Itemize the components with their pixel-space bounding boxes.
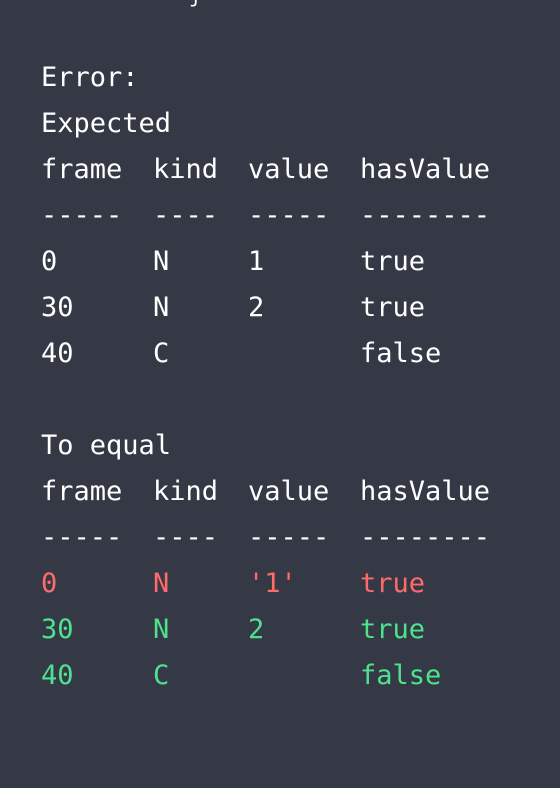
actual-row-1-mismatch: 0 N '1' true (41, 567, 541, 601)
expected-row-1-value: 1 (248, 246, 265, 277)
expected-label: Expected (41, 108, 172, 139)
actual-row-2-frame: 30 (41, 614, 74, 645)
actual-divider-frame: ----- (41, 522, 123, 553)
expected-row-1-hasvalue: true (360, 246, 426, 277)
expected-row-1-frame: 0 (41, 246, 58, 277)
expected-header-row: frame kind value hasValue (41, 153, 541, 187)
actual-row-1-hasvalue: true (360, 568, 426, 599)
actual-divider-kind: ---- (153, 522, 219, 553)
expected-row-2-hasvalue: true (360, 292, 426, 323)
expected-row-1-kind: N (153, 246, 170, 277)
actual-row-1-value: '1' (248, 568, 297, 599)
actual-row-2-value: 2 (248, 614, 265, 645)
expected-row-2-value: 2 (248, 292, 265, 323)
actual-header-hasvalue: hasValue (360, 476, 491, 507)
actual-header-value: value (248, 476, 330, 507)
actual-row-2-kind: N (153, 614, 170, 645)
actual-header-frame: frame (41, 476, 123, 507)
actual-row-2-match: 30 N 2 true (41, 613, 541, 647)
actual-header-row: frame kind value hasValue (41, 475, 541, 509)
expected-header-frame: frame (41, 154, 123, 185)
actual-row-3-match: 40 C false (41, 659, 541, 693)
expected-divider-row: ----- ---- ----- -------- (41, 199, 541, 233)
error-label: Error: (41, 62, 139, 93)
clipped-text-fragment: j (189, 0, 201, 5)
expected-row-2-kind: N (153, 292, 170, 323)
actual-divider-hasvalue: -------- (360, 522, 491, 553)
actual-row-1-kind: N (153, 568, 170, 599)
expected-header-hasvalue: hasValue (360, 154, 491, 185)
actual-row-2-hasvalue: true (360, 614, 426, 645)
expected-divider-kind: ---- (153, 200, 219, 231)
actual-row-3-kind: C (153, 660, 170, 691)
expected-row-3-kind: C (153, 338, 170, 369)
actual-divider-row: ----- ---- ----- -------- (41, 521, 541, 555)
actual-row-3-hasvalue: false (360, 660, 442, 691)
actual-row-1-frame: 0 (41, 568, 58, 599)
expected-row-3: 40 C false (41, 337, 541, 371)
expected-row-3-hasvalue: false (360, 338, 442, 369)
expected-row-2-frame: 30 (41, 292, 74, 323)
expected-header-kind: kind (153, 154, 219, 185)
expected-header-value: value (248, 154, 330, 185)
expected-divider-frame: ----- (41, 200, 123, 231)
actual-divider-value: ----- (248, 522, 330, 553)
expected-row-1: 0 N 1 true (41, 245, 541, 279)
expected-row-3-frame: 40 (41, 338, 74, 369)
to-equal-label: To equal (41, 430, 172, 461)
expected-divider-hasvalue: -------- (360, 200, 491, 231)
actual-row-3-frame: 40 (41, 660, 74, 691)
expected-divider-value: ----- (248, 200, 330, 231)
expected-row-2: 30 N 2 true (41, 291, 541, 325)
actual-header-kind: kind (153, 476, 219, 507)
